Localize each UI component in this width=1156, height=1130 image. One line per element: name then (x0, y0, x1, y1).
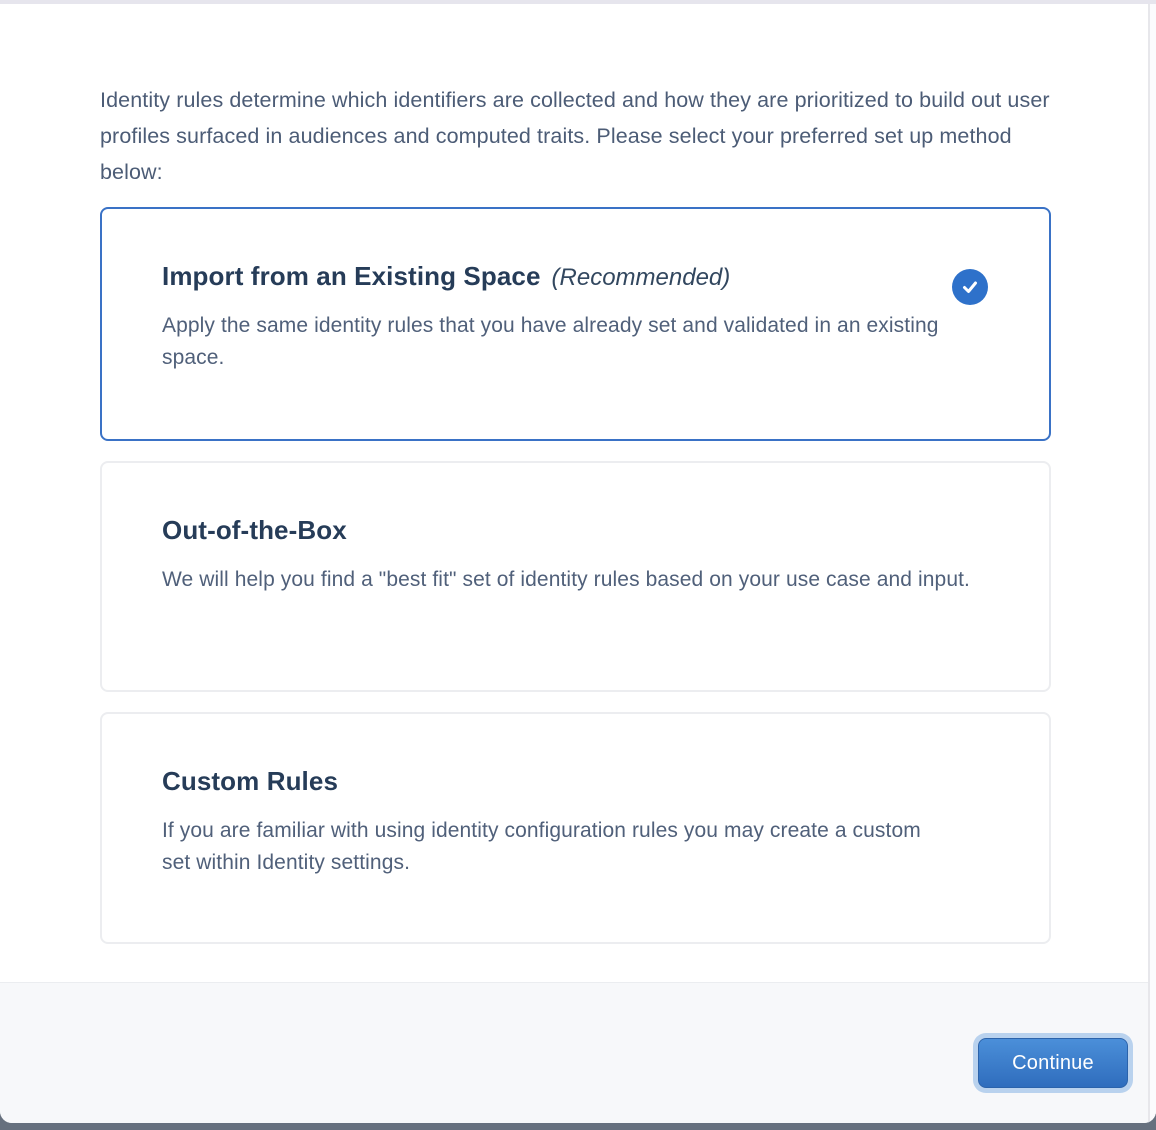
option-card-out-of-the-box[interactable]: Out-of-the-Box We will help you find a "… (100, 461, 1051, 692)
card-title: Out-of-the-Box (162, 515, 347, 546)
card-title: Import from an Existing Space (162, 261, 541, 292)
card-description: Apply the same identity rules that you h… (162, 310, 942, 374)
option-card-custom-rules[interactable]: Custom Rules If you are familiar with us… (100, 712, 1051, 944)
modal-footer: Continue (0, 982, 1156, 1123)
check-icon (952, 269, 988, 305)
top-strip (0, 0, 1156, 4)
card-description: If you are familiar with using identity … (162, 815, 942, 879)
card-description: We will help you find a "best fit" set o… (162, 564, 989, 596)
option-card-import-existing-space[interactable]: Import from an Existing Space (Recommend… (100, 207, 1051, 441)
continue-button[interactable]: Continue (978, 1038, 1128, 1088)
scrollbar-gutter[interactable] (1148, 4, 1156, 1123)
setup-intro-text: Identity rules determine which identifie… (100, 82, 1050, 190)
recommended-badge: (Recommended) (552, 264, 731, 292)
identity-setup-modal: Identity rules determine which identifie… (0, 4, 1156, 1123)
card-title: Custom Rules (162, 766, 338, 797)
